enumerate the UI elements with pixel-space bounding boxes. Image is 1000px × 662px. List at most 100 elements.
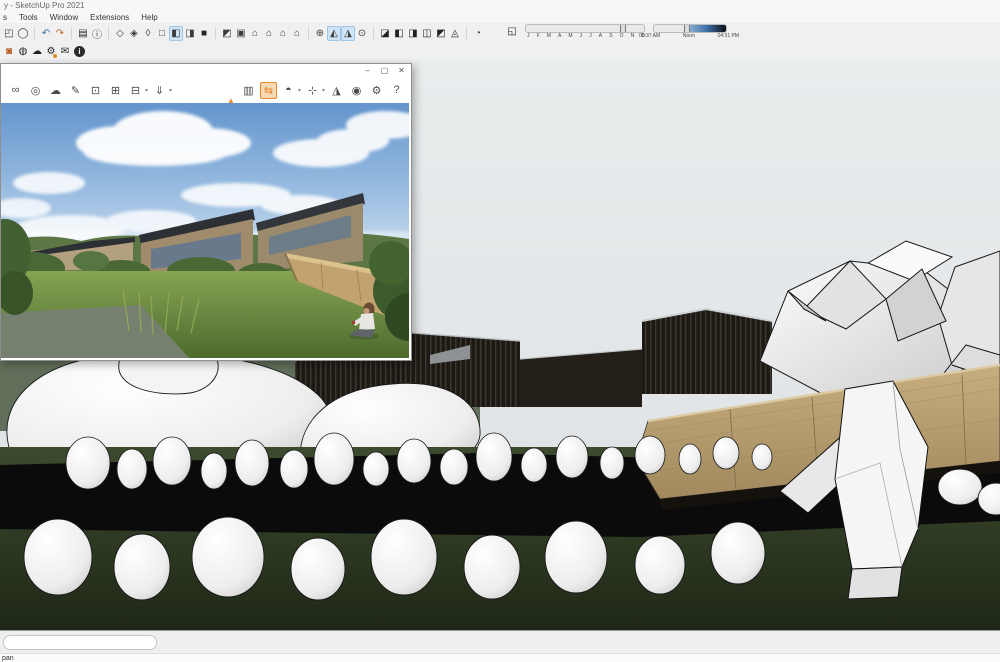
collaboration-icon[interactable]: ∞ [7, 82, 24, 99]
shadow-settings-icon[interactable]: ◱ [505, 24, 519, 39]
time-slider-handle[interactable] [684, 24, 690, 33]
style-wireframe-icon[interactable]: ◊ [141, 26, 155, 41]
scene-1-icon[interactable]: ◪ [378, 26, 392, 41]
style-shaded-icon[interactable]: ◨ [183, 26, 197, 41]
circle-tool-icon[interactable]: ◯ [16, 26, 30, 41]
chevron-down-icon[interactable]: ▾ [169, 87, 172, 94]
close-button[interactable]: ✕ [394, 65, 409, 76]
sync-views-icon[interactable]: ⇆ [260, 82, 277, 99]
chevron-down-icon[interactable]: ▾ [322, 87, 325, 94]
zoom-extents-icon[interactable]: ⊙ [355, 26, 369, 41]
export-icon[interactable]: ⇓ [151, 82, 168, 99]
sketchup-window: y - SketchUp Pro 2021 s Tools Window Ext… [0, 0, 1000, 662]
render-window-titlebar[interactable]: – ▢ ✕ [1, 64, 411, 77]
upload-cloud-icon[interactable]: ☁ [47, 82, 64, 99]
batch-render-icon[interactable]: ⊞ [107, 82, 124, 99]
print-icon[interactable]: ▤ [76, 26, 90, 41]
scene-6-icon[interactable]: ◬ [448, 26, 462, 41]
toolbar-separator [34, 27, 35, 39]
screenshot-icon[interactable]: ⊡ [87, 82, 104, 99]
render-toolbar-left: ∞ ◎ ☁ ✎ ⊡ ⊞ ⊟ ▾ ⇓ ▾ [7, 82, 172, 99]
scene-3-icon[interactable]: ◨ [406, 26, 420, 41]
window-title: y - SketchUp Pro 2021 [4, 1, 84, 10]
month-tick: A [558, 33, 561, 39]
collapse-arrow-icon[interactable]: ▲ [227, 96, 235, 105]
pan-icon[interactable]: ◔ [471, 26, 485, 41]
maximize-button[interactable]: ▢ [377, 65, 392, 76]
shadow-time-slider[interactable]: 06:37 AM Noon 04:31 PM [653, 24, 739, 39]
position-camera-icon[interactable]: ⊕ [313, 26, 327, 41]
model-viewport[interactable]: – ▢ ✕ ∞ ◎ ☁ ✎ ⊡ ⊞ ⊟ ▾ ⇓ ▾ ▥ [0, 59, 1000, 630]
time-slider-track[interactable] [653, 24, 727, 33]
view-iso-icon[interactable]: ◩ [220, 26, 234, 41]
month-tick: F [537, 33, 540, 39]
scene-2-icon[interactable]: ◧ [392, 26, 406, 41]
chevron-down-icon[interactable]: ▾ [298, 87, 301, 94]
extension-manager-icon[interactable]: ⚙ [44, 44, 58, 59]
model-info-icon[interactable]: ⓘ [90, 26, 104, 41]
vr-headset-icon[interactable]: ◓ [280, 82, 297, 99]
render-toolbar-right: ▥ ⇆ ◓ ▾ ⊹ ▾ ◮ ◉ ⚙ ? [240, 82, 405, 99]
time-slider-gradient [684, 25, 726, 32]
status-hint-text: pan [2, 655, 14, 662]
manage-views-icon[interactable]: ▥ [240, 82, 257, 99]
date-slider-gradient [528, 25, 625, 32]
undo-icon[interactable]: ↶ [39, 26, 53, 41]
style-monochrome-icon[interactable]: ■ [197, 26, 211, 41]
noon-label: Noon [683, 33, 695, 39]
settings-gear-icon[interactable]: ⚙ [368, 82, 385, 99]
chevron-down-icon[interactable]: ▾ [145, 87, 148, 94]
paste-icon[interactable]: ◰ [2, 26, 16, 41]
help-icon[interactable]: ? [388, 82, 405, 99]
menu-window[interactable]: Window [50, 13, 78, 22]
paint-bucket-icon[interactable]: ◙ [2, 44, 16, 59]
toolbar-area: ◰ ◯ ↶ ↷ ▤ ⓘ ◇ ◈ ◊ □ ◧ ◨ ■ ◩ ▣ ⌂ ⌂ ⌂ ⌂ ⊕ … [0, 24, 1000, 61]
month-tick: A [599, 33, 602, 39]
style-hidden-line-icon[interactable]: □ [155, 26, 169, 41]
toolbar-separator [108, 27, 109, 39]
menu-bar: s Tools Window Extensions Help [0, 12, 1000, 24]
visibility-icon[interactable]: ◉ [348, 82, 365, 99]
month-tick: J [580, 33, 583, 39]
date-slider-track[interactable] [525, 24, 645, 33]
cloud-3d-warehouse-icon[interactable]: ☁ [30, 44, 44, 59]
menu-help[interactable]: Help [141, 13, 157, 22]
fly-mode-icon[interactable]: ◮ [328, 82, 345, 99]
menu-extensions[interactable]: Extensions [90, 13, 129, 22]
date-slider-handle[interactable] [620, 24, 626, 33]
shadow-date-slider[interactable]: J F M A M J J A S O N D [525, 24, 647, 39]
walk-mode-icon[interactable]: ⊹ [304, 82, 321, 99]
sunset-label: 04:31 PM [718, 33, 739, 39]
menu-tools[interactable]: Tools [19, 13, 38, 22]
style-xray-icon[interactable]: ◇ [113, 26, 127, 41]
style-shaded-textures-icon[interactable]: ◧ [169, 26, 183, 41]
render-preview-window[interactable]: – ▢ ✕ ∞ ◎ ☁ ✎ ⊡ ⊞ ⊟ ▾ ⇓ ▾ ▥ [0, 63, 412, 361]
view-top-icon[interactable]: ▣ [234, 26, 248, 41]
materials-icon[interactable]: ◍ [16, 44, 30, 59]
info-icon[interactable]: i [74, 46, 85, 57]
mail-icon[interactable]: ✉ [58, 44, 72, 59]
render-image [1, 103, 409, 358]
view-front-icon[interactable]: ⌂ [248, 26, 262, 41]
view-right-icon[interactable]: ⌂ [262, 26, 276, 41]
toolbar-separator [308, 27, 309, 39]
edit-pen-icon[interactable]: ✎ [67, 82, 84, 99]
status-search-input[interactable] [3, 635, 157, 650]
walk-icon[interactable]: ◮ [341, 26, 355, 41]
toolbar-separator [215, 27, 216, 39]
save-view-icon[interactable]: ⊟ [127, 82, 144, 99]
minimize-button[interactable]: – [360, 65, 375, 76]
toolbar-row-1: ◰ ◯ ↶ ↷ ▤ ⓘ ◇ ◈ ◊ □ ◧ ◨ ■ ◩ ▣ ⌂ ⌂ ⌂ ⌂ ⊕ … [0, 24, 1000, 42]
scene-5-icon[interactable]: ◩ [434, 26, 448, 41]
shadows-toolbar: ◱ J F M A M J J A S [505, 24, 739, 42]
menu-clipped-item[interactable]: s [3, 13, 7, 22]
view-back-icon[interactable]: ⌂ [276, 26, 290, 41]
scene-4-icon[interactable]: ◫ [420, 26, 434, 41]
redo-icon[interactable]: ↷ [53, 26, 67, 41]
month-tick: M [547, 33, 551, 39]
style-back-edges-icon[interactable]: ◈ [127, 26, 141, 41]
look-around-icon[interactable]: ◭ [327, 26, 341, 41]
issues-icon[interactable]: ◎ [27, 82, 44, 99]
view-left-icon[interactable]: ⌂ [290, 26, 304, 41]
toolbar-separator [71, 27, 72, 39]
